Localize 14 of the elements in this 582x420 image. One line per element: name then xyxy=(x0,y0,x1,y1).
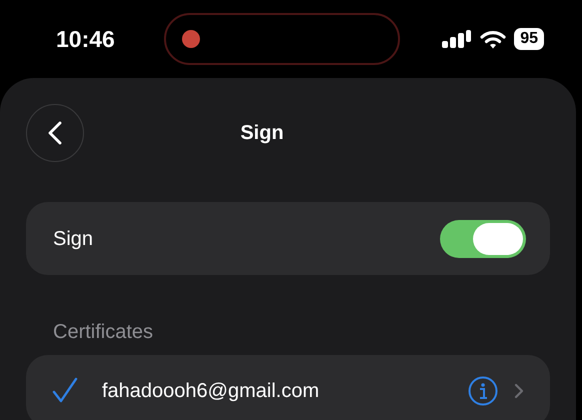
toggle-switch[interactable] xyxy=(440,220,526,258)
screen-title: Sign xyxy=(240,121,284,146)
status-time: 10:46 xyxy=(56,24,116,54)
chevron-icon xyxy=(514,383,524,399)
checkmark-icon xyxy=(52,377,78,403)
wifi-icon xyxy=(480,30,506,48)
battery-level: 95 xyxy=(514,28,544,50)
info-icon[interactable] xyxy=(468,376,498,406)
certificate-email: fahadoooh6@gmail.com xyxy=(102,379,320,404)
back-icon xyxy=(48,121,62,145)
toggle-label: Sign xyxy=(53,226,94,252)
signal-icon xyxy=(442,30,472,48)
certificate-row[interactable]: fahadoooh6@gmail.com xyxy=(26,355,550,420)
section-header: Certificates xyxy=(53,320,154,345)
